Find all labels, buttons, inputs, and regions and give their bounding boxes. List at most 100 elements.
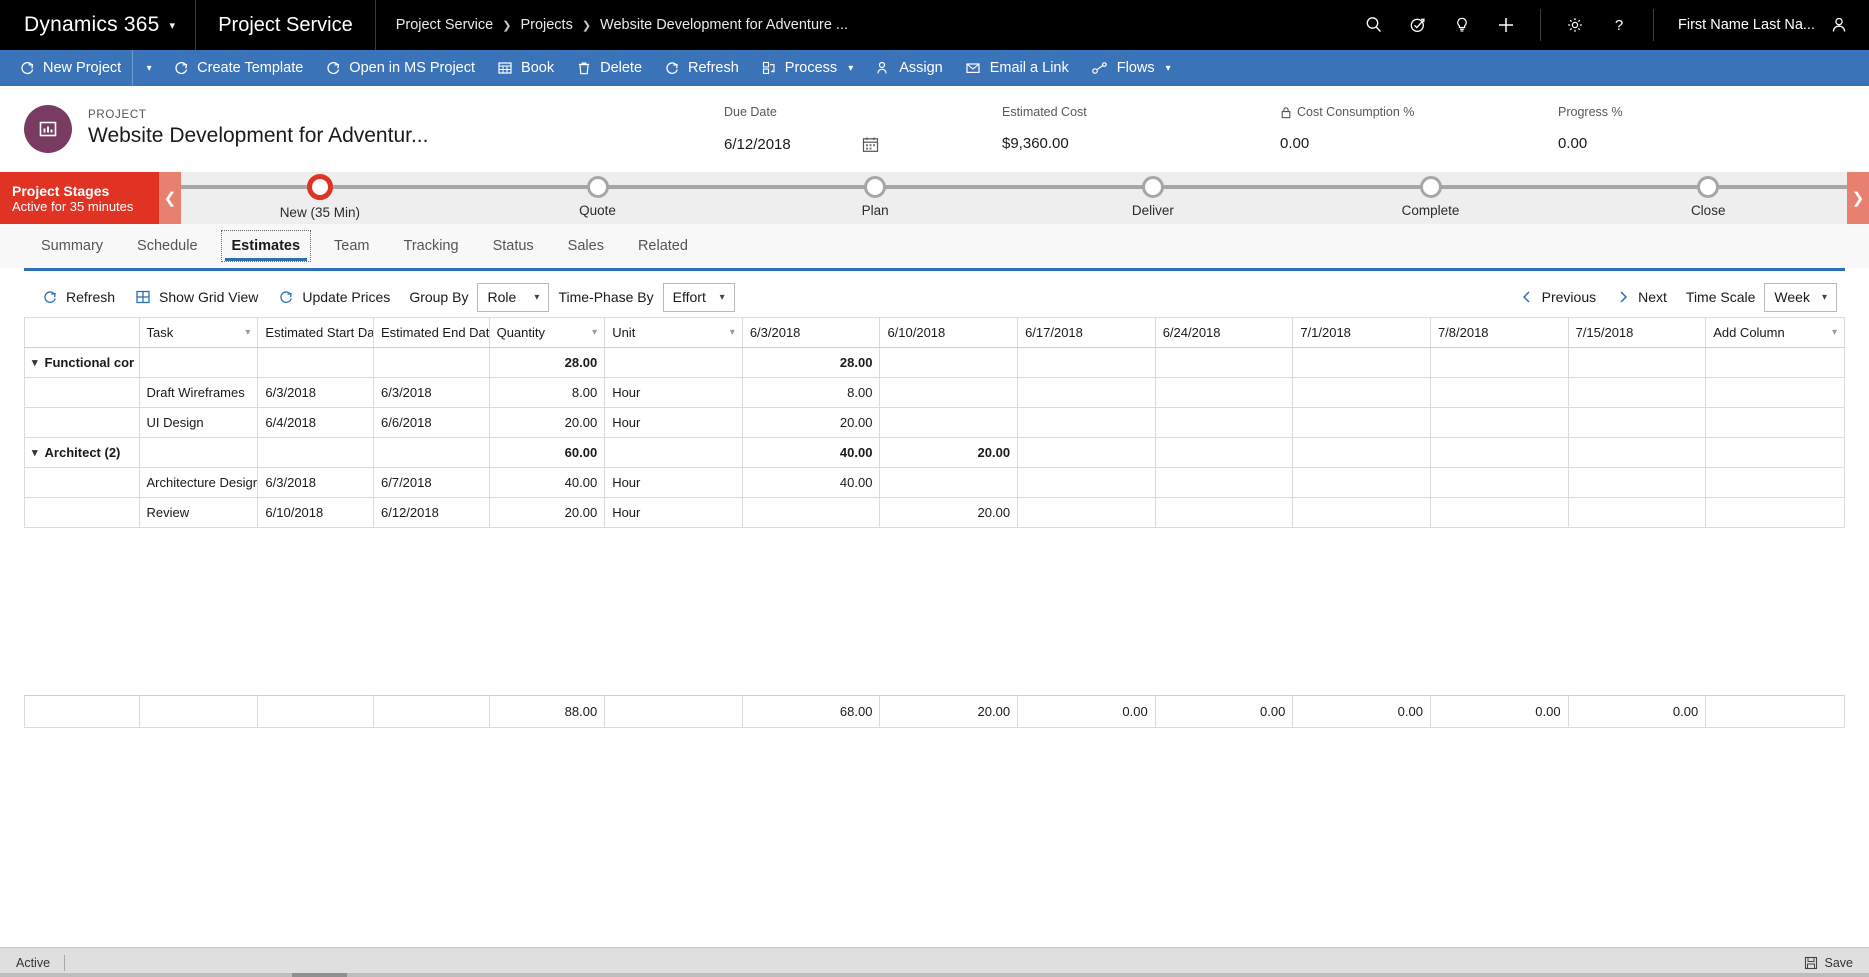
- horizontal-scrollbar[interactable]: [0, 973, 1869, 977]
- time-scale-select[interactable]: Week ▾: [1764, 282, 1837, 312]
- cell-task[interactable]: Review: [138, 497, 259, 528]
- cell-week-3[interactable]: [1017, 347, 1156, 378]
- stage-quote[interactable]: Quote: [459, 172, 737, 224]
- cell-week-5[interactable]: [1292, 377, 1431, 408]
- breadcrumb-item-1[interactable]: Projects: [520, 17, 572, 33]
- tab-sales[interactable]: Sales: [551, 224, 621, 268]
- cell-start-date[interactable]: 6/3/2018: [257, 467, 374, 498]
- assistant-icon[interactable]: [1396, 0, 1440, 50]
- cell-unit[interactable]: Hour: [604, 467, 743, 498]
- user-account-button[interactable]: First Name Last Na...: [1660, 0, 1869, 50]
- tab-estimates[interactable]: Estimates: [215, 224, 318, 268]
- row-select-cell[interactable]: [24, 497, 140, 528]
- cell-week-5[interactable]: [1292, 467, 1431, 498]
- cell-add-column[interactable]: [1705, 407, 1845, 438]
- row-select-cell[interactable]: [24, 377, 140, 408]
- cell-week-3[interactable]: [1017, 467, 1156, 498]
- stage-deliver[interactable]: Deliver: [1014, 172, 1292, 224]
- table-row[interactable]: ▾ Functional cor 28.00 28.00: [24, 347, 1845, 378]
- cell-week-6[interactable]: [1429, 437, 1569, 468]
- create-template-button[interactable]: Create Template: [162, 50, 314, 86]
- email-a-link-button[interactable]: Email a Link: [954, 50, 1080, 86]
- open-in-ms-project-button[interactable]: Open in MS Project: [314, 50, 486, 86]
- cell-unit[interactable]: Hour: [604, 407, 743, 438]
- cell-add-column[interactable]: [1705, 377, 1845, 408]
- cell-start-date[interactable]: [257, 437, 374, 468]
- cell-week-4[interactable]: [1154, 437, 1294, 468]
- column-header-quantity[interactable]: Quantity ▾: [488, 317, 606, 348]
- cell-week-1[interactable]: 40.00: [741, 467, 881, 498]
- time-phase-by-select[interactable]: Effort ▾: [662, 282, 735, 312]
- stage-plan[interactable]: Plan: [736, 172, 1014, 224]
- cell-week-2[interactable]: [879, 467, 1019, 498]
- row-select-cell[interactable]: [24, 407, 140, 438]
- refresh-button[interactable]: Refresh: [653, 50, 750, 86]
- table-row[interactable]: Draft Wireframes 6/3/2018 6/3/2018 8.00 …: [24, 377, 1845, 408]
- next-period-button[interactable]: Next: [1606, 282, 1677, 312]
- cell-unit[interactable]: [604, 437, 743, 468]
- cell-week-6[interactable]: [1429, 377, 1569, 408]
- gear-icon[interactable]: [1553, 0, 1597, 50]
- cell-quantity[interactable]: 28.00: [488, 347, 606, 378]
- cell-week-1[interactable]: 20.00: [741, 407, 881, 438]
- table-row[interactable]: Architecture Desigr 6/3/2018 6/7/2018 40…: [24, 467, 1845, 498]
- group-header-cell[interactable]: ▾ Architect (2): [24, 437, 140, 468]
- cell-end-date[interactable]: [373, 347, 490, 378]
- process-flow-title-block[interactable]: Project Stages Active for 35 minutes: [0, 172, 159, 224]
- column-header-week-1[interactable]: 6/3/2018: [741, 317, 881, 348]
- cell-quantity[interactable]: 8.00: [488, 377, 606, 408]
- cell-task[interactable]: Architecture Desigr: [138, 467, 259, 498]
- cell-add-column[interactable]: [1705, 437, 1845, 468]
- column-header-unit[interactable]: Unit ▾: [604, 317, 743, 348]
- cell-unit[interactable]: Hour: [604, 377, 743, 408]
- column-header-week-5[interactable]: 7/1/2018: [1292, 317, 1431, 348]
- chevron-down-icon[interactable]: ▾: [169, 19, 175, 32]
- cell-week-3[interactable]: [1017, 377, 1156, 408]
- show-grid-view-button[interactable]: Show Grid View: [125, 282, 268, 312]
- delete-button[interactable]: Delete: [565, 50, 653, 86]
- chevron-down-icon[interactable]: ▾: [245, 327, 250, 338]
- cell-week-6[interactable]: [1429, 407, 1569, 438]
- cell-week-2[interactable]: 20.00: [879, 437, 1019, 468]
- cell-week-6[interactable]: [1429, 347, 1569, 378]
- chevron-left-icon[interactable]: ❮: [159, 172, 181, 224]
- cell-week-2[interactable]: 20.00: [879, 497, 1019, 528]
- update-prices-button[interactable]: Update Prices: [268, 282, 400, 312]
- group-header-cell[interactable]: ▾ Functional cor: [24, 347, 140, 378]
- cell-add-column[interactable]: [1705, 467, 1845, 498]
- column-header-add-column[interactable]: Add Column ▾: [1705, 317, 1845, 348]
- search-icon[interactable]: [1352, 0, 1396, 50]
- cell-week-1[interactable]: [741, 497, 881, 528]
- cell-week-2[interactable]: [879, 377, 1019, 408]
- cell-start-date[interactable]: 6/3/2018: [257, 377, 374, 408]
- cell-week-3[interactable]: [1017, 437, 1156, 468]
- cell-quantity[interactable]: 40.00: [488, 467, 606, 498]
- cell-start-date[interactable]: 6/10/2018: [257, 497, 374, 528]
- cell-week-5[interactable]: [1292, 437, 1431, 468]
- flows-button[interactable]: Flows ▾: [1080, 50, 1182, 86]
- cell-start-date[interactable]: [257, 347, 374, 378]
- tab-summary[interactable]: Summary: [24, 224, 120, 268]
- cell-week-2[interactable]: [879, 347, 1019, 378]
- column-header-select[interactable]: [24, 317, 140, 348]
- cell-end-date[interactable]: 6/12/2018: [373, 497, 490, 528]
- help-question-icon[interactable]: ?: [1597, 0, 1641, 50]
- cell-week-7[interactable]: [1567, 497, 1707, 528]
- cell-task[interactable]: UI Design: [138, 407, 259, 438]
- cell-end-date[interactable]: 6/3/2018: [373, 377, 490, 408]
- cell-end-date[interactable]: [373, 437, 490, 468]
- cell-add-column[interactable]: [1705, 347, 1845, 378]
- column-header-task[interactable]: Task ▾: [138, 317, 259, 348]
- grid-refresh-button[interactable]: Refresh: [32, 282, 125, 312]
- due-date-value[interactable]: 6/12/2018: [724, 136, 791, 153]
- cell-week-3[interactable]: [1017, 497, 1156, 528]
- cell-unit[interactable]: Hour: [604, 497, 743, 528]
- cell-end-date[interactable]: 6/7/2018: [373, 467, 490, 498]
- cell-week-2[interactable]: [879, 407, 1019, 438]
- cell-week-6[interactable]: [1429, 467, 1569, 498]
- row-select-cell[interactable]: [24, 467, 140, 498]
- column-header-estimated-start-date[interactable]: Estimated Start Date▾: [257, 317, 374, 348]
- cell-quantity[interactable]: 20.00: [488, 497, 606, 528]
- cell-week-4[interactable]: [1154, 497, 1294, 528]
- cell-week-5[interactable]: [1292, 347, 1431, 378]
